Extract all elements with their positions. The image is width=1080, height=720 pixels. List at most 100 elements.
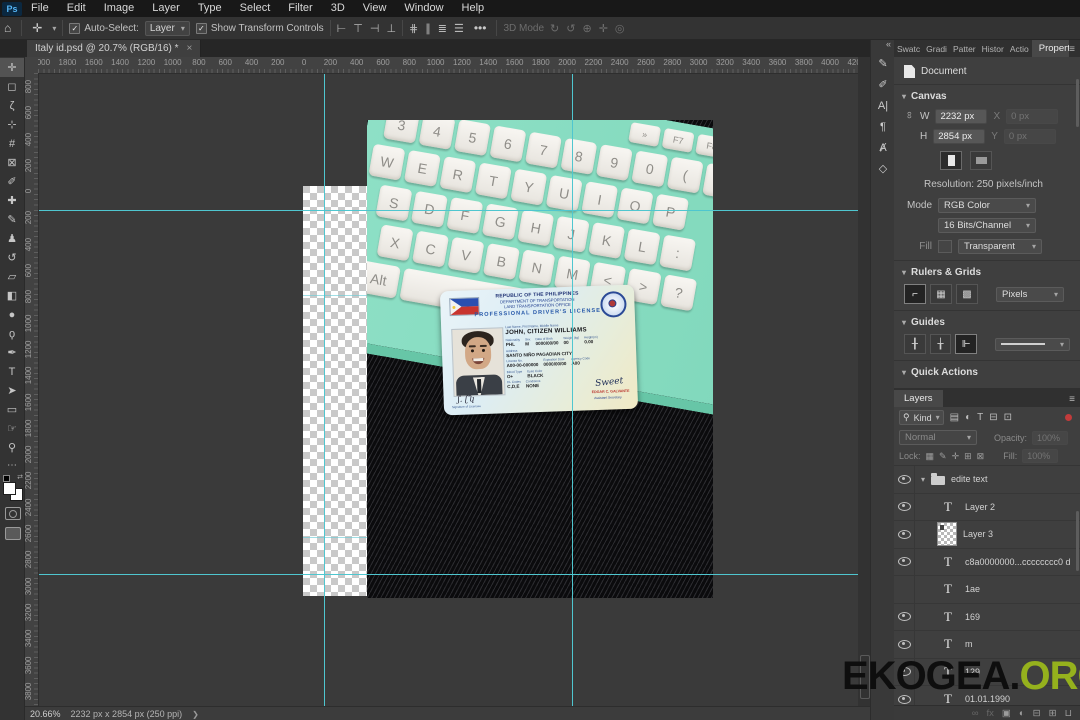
color-mode-dropdown[interactable]: RGB Color ▾ (938, 198, 1036, 213)
character-panel-icon[interactable]: A| (871, 95, 895, 116)
layer-row[interactable]: ▾ edite text (894, 466, 1080, 494)
layer-mask-icon[interactable]: ▣ (1002, 708, 1011, 719)
layer-effects-icon[interactable]: fx (987, 708, 994, 719)
lock-icon[interactable]: ⊞ (964, 451, 972, 462)
layer-row[interactable]: Layer 3 (894, 521, 1080, 549)
visibility-toggle[interactable] (894, 548, 915, 575)
lock-icon[interactable]: ▦ (926, 451, 935, 462)
menu-item[interactable]: Filter (279, 0, 321, 17)
menu-item[interactable]: 3D (322, 0, 354, 17)
path-selection-tool[interactable]: ➤ (0, 381, 24, 400)
toggle-grid-button[interactable]: ▦ (930, 284, 952, 304)
lock-icon[interactable]: ✎ (939, 451, 947, 462)
filter-type-icon[interactable]: ◐ (963, 412, 973, 423)
brushes-panel-icon[interactable]: ✐ (871, 74, 895, 95)
tab-properties[interactable]: Properties (1031, 40, 1070, 57)
eraser-tool[interactable]: ▱ (0, 267, 24, 286)
auto-select-checkbox[interactable]: ✓ Auto-Select: (69, 22, 139, 34)
foreground-color-swatch[interactable] (3, 482, 16, 495)
filter-type-icon[interactable]: T (975, 412, 985, 423)
menu-item[interactable]: File (22, 0, 58, 17)
width-field[interactable]: 2232 px (935, 109, 988, 124)
tool-preset-arrow[interactable]: ▾ (52, 24, 56, 33)
align-icon[interactable]: ⊥ (386, 22, 396, 35)
opacity-field[interactable]: 100% (1032, 430, 1069, 445)
vertical-ruler[interactable]: 800 600 400 200 0 200 400 600 800 1000 1200 1400 160… (24, 73, 39, 706)
horizontal-guide[interactable] (38, 210, 858, 211)
edit-toolbar-icon[interactable]: ⋯ (0, 460, 24, 471)
type-tool[interactable]: T (0, 362, 24, 381)
horizontal-ruler[interactable]: 2000180016001400120010008006004002000200… (38, 57, 858, 74)
filter-type-icon[interactable]: ▤ (948, 412, 961, 423)
visibility-toggle[interactable] (894, 603, 915, 630)
pen-tool[interactable]: ✒ (0, 343, 24, 362)
toggle-smart-guides-button[interactable]: ╁ (929, 334, 952, 354)
distribute-icon[interactable]: ⋕ (409, 22, 418, 35)
brush-settings-panel-icon[interactable]: ✎ (871, 53, 895, 74)
link-dimensions-icon[interactable]: ∞ (904, 112, 915, 122)
show-transform-checkbox[interactable]: ✓ Show Transform Controls (195, 22, 324, 34)
blur-tool[interactable]: ● (0, 305, 24, 324)
distribute-icon[interactable]: ☰ (454, 22, 464, 35)
link-layers-icon[interactable]: ∞ (972, 708, 979, 719)
swap-colors-icon[interactable]: ⇄ (17, 473, 23, 481)
panel-tab[interactable]: Histor (979, 41, 1007, 57)
canvas-section-header[interactable]: ▾ Canvas (894, 91, 1080, 102)
portrait-orientation-button[interactable] (940, 151, 962, 170)
lock-icon[interactable]: ✛ (952, 451, 960, 462)
distribute-icon[interactable]: ∥ (425, 22, 431, 35)
visibility-toggle[interactable] (894, 576, 915, 603)
gradient-tool[interactable]: ◧ (0, 286, 24, 305)
panel-tab[interactable]: Actio (1007, 41, 1032, 57)
fill-dropdown[interactable]: Transparent ▾ (958, 239, 1042, 254)
canvas-viewport[interactable]: »F7F8F9F1034567890()WERTYUIOPSDFGHJKL:XC… (38, 73, 858, 706)
lock-icon[interactable]: ⊠ (977, 451, 985, 462)
menu-item[interactable]: Image (95, 0, 144, 17)
menu-item[interactable]: Edit (58, 0, 95, 17)
lasso-tool[interactable]: ζ (0, 96, 24, 115)
vertical-guide[interactable] (572, 73, 573, 706)
delete-layer-icon[interactable]: ⊔ (1065, 708, 1072, 719)
new-layer-icon[interactable]: ⊞ (1049, 708, 1057, 719)
menu-item[interactable]: View (354, 0, 396, 17)
filter-type-icon[interactable]: ⊡ (1002, 412, 1014, 423)
marquee-tool[interactable]: ◻ (0, 77, 24, 96)
layer-row[interactable]: T c8a0000000...cccccccc0 d (894, 548, 1080, 576)
quick-actions-section-header[interactable]: ▾ Quick Actions (894, 367, 1080, 378)
panel-menu-icon[interactable]: ≡ (1069, 44, 1080, 57)
height-field[interactable]: 2854 px (933, 129, 986, 144)
3d-panel-icon[interactable]: ◇ (871, 158, 895, 179)
menu-item[interactable]: Select (231, 0, 280, 17)
panel-menu-icon[interactable]: ≡ (1069, 394, 1080, 407)
guides-section-header[interactable]: ▾ Guides (894, 317, 1080, 328)
panel-tab[interactable]: Gradi (923, 41, 950, 57)
align-icon[interactable]: ⊤ (353, 22, 363, 35)
fill-field[interactable]: 100% (1022, 449, 1059, 463)
adjustment-layer-icon[interactable]: ◐ (1019, 708, 1025, 719)
toggle-guides-button[interactable]: ╂ (904, 334, 926, 354)
canvas-scrollbar[interactable] (858, 57, 870, 706)
ruler-units-dropdown[interactable]: Pixels ▾ (996, 286, 1064, 302)
history-brush-tool[interactable]: ↺ (0, 248, 24, 267)
scrollbar-thumb[interactable] (1076, 511, 1079, 571)
layer-group-icon[interactable]: ⊟ (1033, 708, 1041, 719)
menu-item[interactable]: Help (453, 0, 494, 17)
move-tool-icon[interactable]: ✛ (28, 21, 46, 35)
collapse-panels-icon[interactable]: « (871, 39, 895, 53)
hand-tool[interactable]: ☞ (0, 419, 24, 438)
visibility-toggle[interactable] (894, 466, 915, 493)
shape-tool[interactable]: ▭ (0, 400, 24, 419)
panel-tab[interactable]: Swatc (894, 41, 923, 57)
dodge-tool[interactable]: ϙ (0, 324, 24, 343)
filter-type-icon[interactable]: ⊟ (987, 412, 999, 423)
frame-tool[interactable]: ⊠ (0, 153, 24, 172)
layer-row[interactable]: T Layer 2 (894, 493, 1080, 521)
status-menu-icon[interactable]: ❯ (192, 710, 199, 719)
more-align-options-icon[interactable]: ••• (470, 21, 491, 35)
bit-depth-dropdown[interactable]: 16 Bits/Channel ▾ (938, 218, 1036, 233)
auto-select-target-dropdown[interactable]: Layer ▾ (144, 20, 190, 36)
clone-stamp-tool[interactable]: ♟ (0, 229, 24, 248)
align-icon[interactable]: ⊢ (337, 22, 347, 35)
panel-tab[interactable]: Patter (950, 41, 979, 57)
move-tool[interactable]: ✛ (0, 58, 24, 77)
